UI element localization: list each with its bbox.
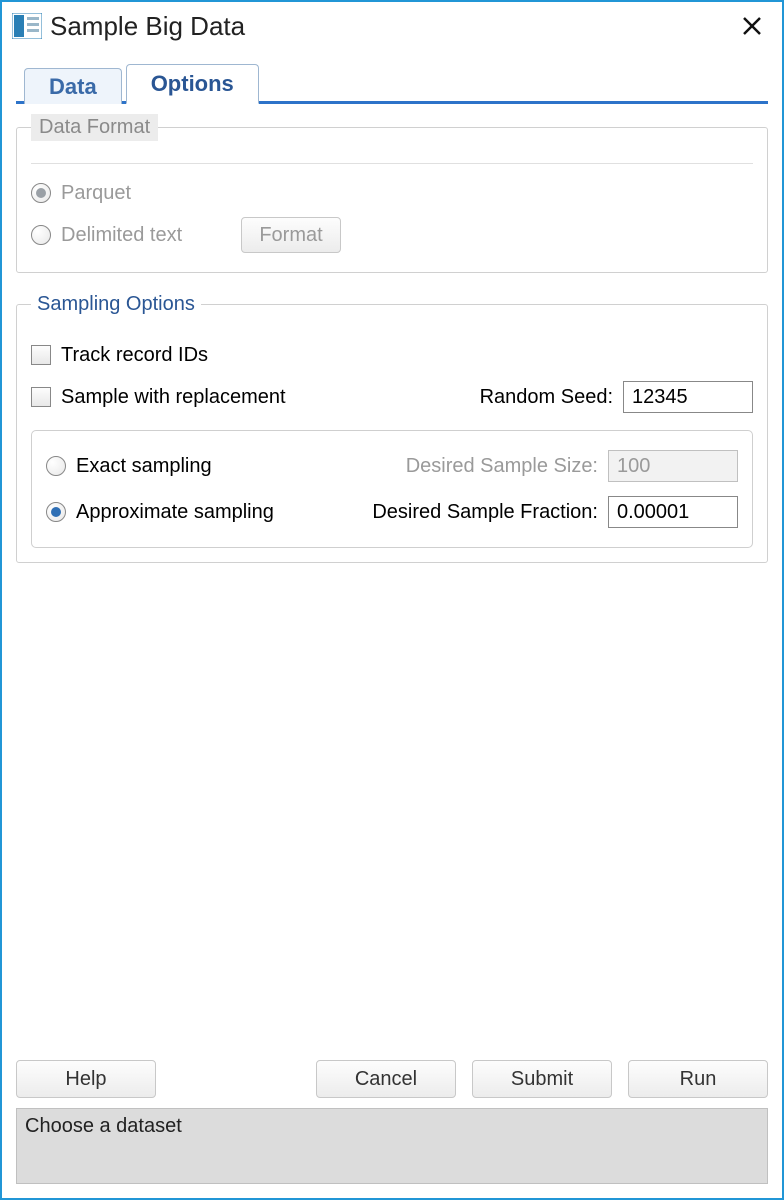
close-button[interactable] (732, 6, 772, 46)
group-data-format: Data Format Parquet Delimited text Forma… (16, 114, 768, 273)
checkbox-track-ids[interactable] (31, 345, 51, 365)
row-exact: Exact sampling Desired Sample Size: (46, 445, 738, 487)
row-parquet: Parquet (31, 174, 753, 212)
label-replacement: Sample with replacement (61, 386, 286, 409)
tab-strip: Data Options (16, 60, 768, 104)
radio-parquet (31, 183, 51, 203)
label-exact: Exact sampling (76, 455, 212, 478)
divider (31, 163, 753, 164)
label-delimited: Delimited text (61, 224, 241, 247)
row-approx: Approximate sampling Desired Sample Frac… (46, 491, 738, 533)
client-area: Data Options Data Format Parquet Delimit… (2, 50, 782, 1198)
radio-delimited (31, 225, 51, 245)
titlebar: Sample Big Data (2, 2, 782, 50)
group-sampling-options: Sampling Options Track record IDs Sample… (16, 293, 768, 563)
help-button[interactable]: Help (16, 1060, 156, 1098)
label-parquet: Parquet (61, 182, 131, 205)
label-desired-size: Desired Sample Size: (338, 455, 598, 478)
input-random-seed[interactable] (623, 381, 753, 413)
dialog-window: Sample Big Data Data Options Data Format… (0, 0, 784, 1200)
input-desired-size (608, 450, 738, 482)
label-desired-fraction: Desired Sample Fraction: (338, 501, 598, 524)
checkbox-replacement[interactable] (31, 387, 51, 407)
cancel-button[interactable]: Cancel (316, 1060, 456, 1098)
radio-exact[interactable] (46, 456, 66, 476)
tab-data[interactable]: Data (24, 68, 122, 104)
run-button[interactable]: Run (628, 1060, 768, 1098)
label-track-ids: Track record IDs (61, 344, 208, 367)
app-icon (12, 13, 42, 39)
close-icon (741, 15, 763, 37)
status-bar: Choose a dataset (16, 1108, 768, 1184)
radio-approx[interactable] (46, 502, 66, 522)
input-desired-fraction[interactable] (608, 496, 738, 528)
row-replacement-seed: Sample with replacement Random Seed: (31, 378, 753, 416)
format-button: Format (241, 217, 341, 253)
group-data-format-legend: Data Format (31, 114, 158, 141)
submit-button[interactable]: Submit (472, 1060, 612, 1098)
label-random-seed: Random Seed: (480, 386, 613, 409)
label-approx: Approximate sampling (76, 501, 274, 524)
tab-options[interactable]: Options (126, 64, 259, 104)
row-delimited: Delimited text Format (31, 216, 753, 254)
window-title: Sample Big Data (50, 11, 245, 42)
sampling-mode-box: Exact sampling Desired Sample Size: Appr… (31, 430, 753, 548)
button-bar: Help Cancel Submit Run (16, 1054, 768, 1108)
tab-content: Data Format Parquet Delimited text Forma… (16, 104, 768, 1184)
row-track-ids[interactable]: Track record IDs (31, 336, 753, 374)
group-sampling-legend: Sampling Options (31, 293, 201, 316)
